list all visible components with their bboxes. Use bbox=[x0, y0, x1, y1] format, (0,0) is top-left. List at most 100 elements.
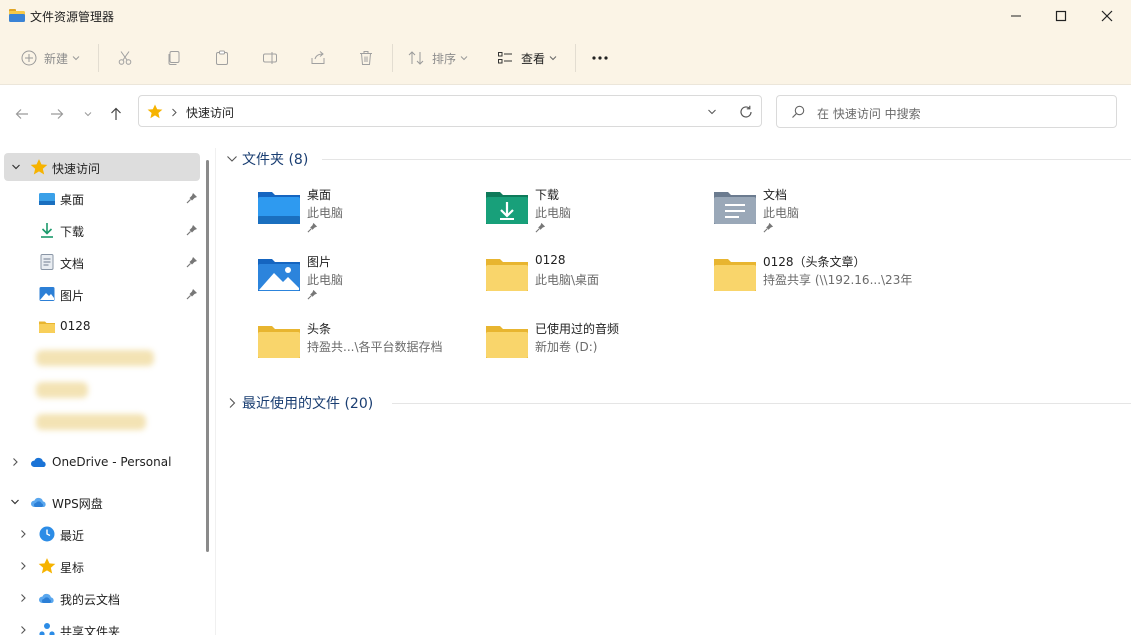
maximize-button[interactable] bbox=[1038, 0, 1084, 32]
search-icon bbox=[792, 105, 805, 118]
sort-button[interactable]: 排序 bbox=[408, 32, 468, 84]
clipboard-icon bbox=[216, 50, 228, 65]
folders-section-header[interactable]: 文件夹 (8) bbox=[226, 148, 1131, 170]
download-icon bbox=[41, 223, 53, 238]
pin-icon bbox=[307, 222, 318, 233]
paste-button[interactable] bbox=[214, 32, 230, 84]
folder-tile-0128-articles[interactable]: 0128（头条文章） 持盈共享 (\\192.16...\23年 bbox=[713, 249, 933, 309]
sidebar-item-label: 下载 bbox=[60, 225, 85, 239]
sidebar-item-label: 快速访问 bbox=[52, 162, 101, 176]
star-icon bbox=[30, 159, 48, 175]
folder-tile-pictures[interactable]: 图片 此电脑 bbox=[257, 249, 477, 309]
chevron-down-icon[interactable] bbox=[707, 107, 717, 117]
folder-name: 下载 bbox=[535, 188, 560, 202]
cloud-icon bbox=[38, 593, 54, 603]
pin-icon[interactable] bbox=[186, 224, 198, 236]
sidebar-item-shared-folders[interactable]: 共享文件夹 bbox=[0, 616, 200, 635]
chevron-down-icon bbox=[227, 156, 237, 162]
back-button[interactable] bbox=[11, 103, 33, 125]
sidebar-item-label: 图片 bbox=[60, 289, 85, 303]
folder-tile-toutiao[interactable]: 头条 持盈共...\各平台数据存档 bbox=[257, 316, 477, 376]
section-rule bbox=[322, 159, 1131, 160]
chevron-right-icon[interactable] bbox=[18, 625, 28, 635]
navigation-pane: 快速访问 桌面 下载 文档 图片 0128 OneDrive - Persona… bbox=[0, 148, 215, 635]
forward-button[interactable] bbox=[46, 103, 68, 125]
arrow-up-icon bbox=[111, 107, 121, 120]
search-input[interactable]: 在 快速访问 中搜索 bbox=[776, 95, 1117, 128]
cut-button[interactable] bbox=[117, 32, 133, 84]
view-button[interactable]: 查看 bbox=[497, 32, 557, 84]
folder-location: 此电脑 bbox=[763, 206, 800, 220]
sidebar-item-label: WPS网盘 bbox=[52, 497, 103, 511]
pin-icon bbox=[535, 222, 546, 233]
sidebar-item-onedrive[interactable]: OneDrive - Personal bbox=[0, 448, 200, 476]
delete-button[interactable] bbox=[358, 32, 374, 84]
sidebar-item-label: 共享文件夹 bbox=[60, 625, 121, 635]
chevron-down-icon[interactable] bbox=[11, 162, 21, 172]
breadcrumb-quick-access[interactable]: 快速访问 bbox=[186, 104, 234, 121]
sort-label: 排序 bbox=[432, 51, 457, 66]
folder-tile-documents[interactable]: 文档 此电脑 bbox=[713, 182, 933, 242]
sidebar-item-wps[interactable]: WPS网盘 bbox=[0, 488, 200, 516]
sidebar-item-my-cloud-docs[interactable]: 我的云文档 bbox=[0, 584, 200, 612]
folder-icon bbox=[486, 326, 528, 358]
copy-button[interactable] bbox=[166, 32, 182, 84]
pin-icon[interactable] bbox=[186, 256, 198, 268]
chevron-down-icon bbox=[549, 56, 557, 61]
view-icon bbox=[498, 52, 512, 64]
chevron-right-icon[interactable] bbox=[10, 457, 20, 467]
folder-tile-0128[interactable]: 0128 此电脑\桌面 bbox=[485, 249, 705, 309]
folder-name: 桌面 bbox=[307, 188, 332, 202]
sidebar-item-starred[interactable]: 星标 bbox=[0, 552, 200, 580]
onedrive-icon bbox=[30, 457, 46, 467]
arrow-right-icon bbox=[51, 109, 64, 119]
sidebar-item-desktop[interactable]: 桌面 bbox=[0, 184, 200, 212]
close-button[interactable] bbox=[1084, 0, 1130, 32]
folder-icon bbox=[714, 259, 756, 291]
more-options-button[interactable] bbox=[591, 32, 609, 84]
toolbar-separator bbox=[392, 44, 393, 72]
up-button[interactable] bbox=[105, 103, 127, 125]
maximize-icon bbox=[1055, 10, 1067, 22]
folder-tile-used-audio[interactable]: 已使用过的音频 新加卷 (D:) bbox=[485, 316, 705, 376]
address-bar[interactable]: 快速访问 bbox=[138, 95, 762, 127]
window-title: 文件资源管理器 bbox=[30, 10, 115, 24]
new-label: 新建 bbox=[44, 51, 69, 66]
pin-icon bbox=[763, 222, 774, 233]
sidebar-item-quick-access[interactable]: 快速访问 bbox=[4, 153, 200, 181]
chevron-right-icon[interactable] bbox=[18, 561, 28, 571]
sidebar-item-recent[interactable]: 最近 bbox=[0, 520, 200, 548]
blurred-item bbox=[36, 414, 146, 430]
section-title: 文件夹 (8) bbox=[242, 152, 309, 168]
folder-location: 持盈共享 (\\192.16...\23年 bbox=[763, 273, 913, 287]
minimize-button[interactable] bbox=[993, 0, 1039, 32]
ellipsis-icon bbox=[592, 56, 608, 60]
sidebar-item-pictures[interactable]: 图片 bbox=[0, 280, 200, 308]
refresh-icon[interactable] bbox=[739, 105, 753, 119]
sidebar-scrollbar[interactable] bbox=[206, 160, 209, 552]
recent-locations-button[interactable] bbox=[77, 103, 99, 125]
recent-files-section-header[interactable]: 最近使用的文件 (20) bbox=[226, 392, 1131, 414]
folder-tile-downloads[interactable]: 下载 此电脑 bbox=[485, 182, 705, 242]
scissors-icon bbox=[118, 51, 132, 65]
minimize-icon bbox=[1011, 15, 1021, 17]
chevron-right-icon bbox=[172, 108, 177, 117]
document-icon bbox=[40, 254, 54, 270]
folder-tile-desktop[interactable]: 桌面 此电脑 bbox=[257, 182, 477, 242]
download-folder-icon bbox=[486, 192, 528, 224]
toolbar-separator bbox=[575, 44, 576, 72]
chevron-right-icon[interactable] bbox=[18, 529, 28, 539]
sidebar-item-documents[interactable]: 文档 bbox=[0, 248, 200, 276]
chevron-down-icon[interactable] bbox=[10, 497, 20, 507]
new-button[interactable]: 新建 bbox=[21, 32, 80, 84]
share-button[interactable] bbox=[310, 32, 326, 84]
pin-icon[interactable] bbox=[186, 192, 198, 204]
rename-button[interactable] bbox=[262, 32, 278, 84]
chevron-right-icon[interactable] bbox=[18, 593, 28, 603]
desktop-folder-icon bbox=[258, 192, 300, 224]
pin-icon[interactable] bbox=[186, 288, 198, 300]
file-explorer-icon bbox=[9, 9, 25, 22]
folder-name: 0128 bbox=[535, 253, 566, 267]
sidebar-item-0128[interactable]: 0128 bbox=[0, 312, 200, 340]
sidebar-item-downloads[interactable]: 下载 bbox=[0, 216, 200, 244]
